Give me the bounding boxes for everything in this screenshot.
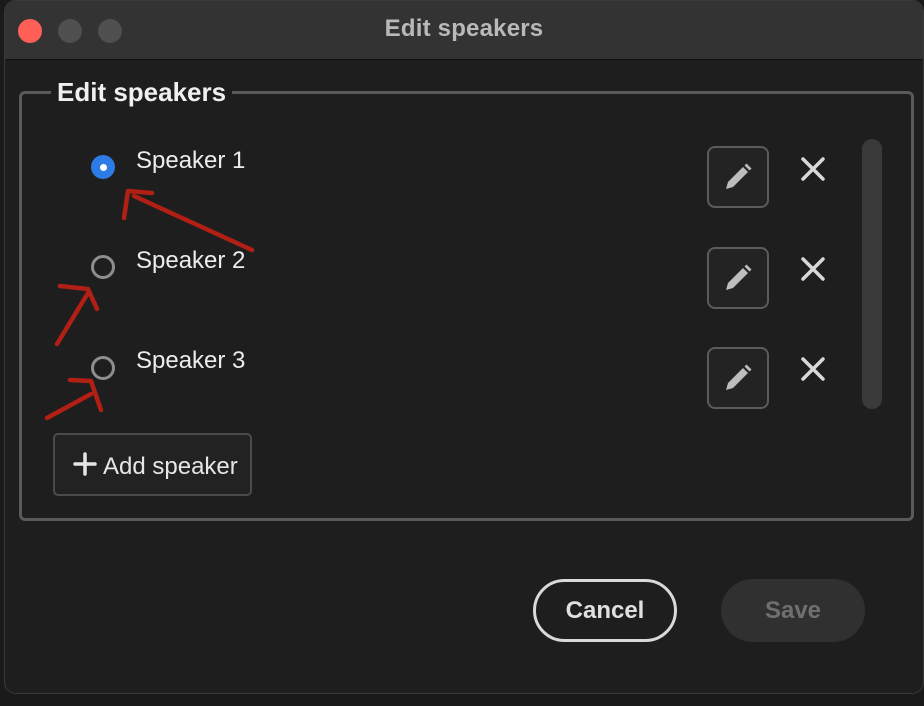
speaker-name: Speaker 1	[136, 147, 246, 174]
speaker-row: Speaker 3	[19, 322, 859, 412]
speaker-radio-checked[interactable]	[91, 155, 115, 179]
close-icon[interactable]	[799, 255, 827, 283]
edit-speaker-button[interactable]	[707, 247, 769, 309]
title-bar: Edit speakers	[5, 1, 923, 60]
window-title: Edit speakers	[384, 15, 544, 42]
edit-speaker-button[interactable]	[707, 347, 769, 409]
add-speaker-label: Add speaker	[103, 453, 238, 480]
close-icon[interactable]	[799, 355, 827, 383]
speaker-row: Speaker 2	[19, 222, 859, 312]
speaker-radio[interactable]	[91, 356, 115, 380]
speaker-radio[interactable]	[91, 255, 115, 279]
section-title: Edit speakers	[51, 77, 233, 108]
close-icon[interactable]	[799, 155, 827, 183]
save-button[interactable]: Save	[721, 579, 865, 642]
pencil-icon	[726, 264, 752, 290]
edit-speakers-dialog: Edit speakers Edit speakers Speaker 1 Sp…	[4, 0, 924, 694]
speaker-row: Speaker 1	[19, 122, 859, 212]
pencil-icon	[726, 163, 752, 189]
speaker-name: Speaker 2	[136, 247, 246, 274]
add-speaker-button[interactable]: Add speaker	[53, 433, 252, 496]
speaker-name: Speaker 3	[136, 347, 246, 374]
scrollbar[interactable]	[862, 139, 882, 409]
dialog-body: Edit speakers Speaker 1 Speaker 2 Speake…	[5, 60, 923, 693]
pencil-icon	[726, 364, 752, 390]
cancel-button[interactable]: Cancel	[533, 579, 677, 642]
edit-speaker-button[interactable]	[707, 146, 769, 208]
plus-icon	[73, 452, 97, 476]
